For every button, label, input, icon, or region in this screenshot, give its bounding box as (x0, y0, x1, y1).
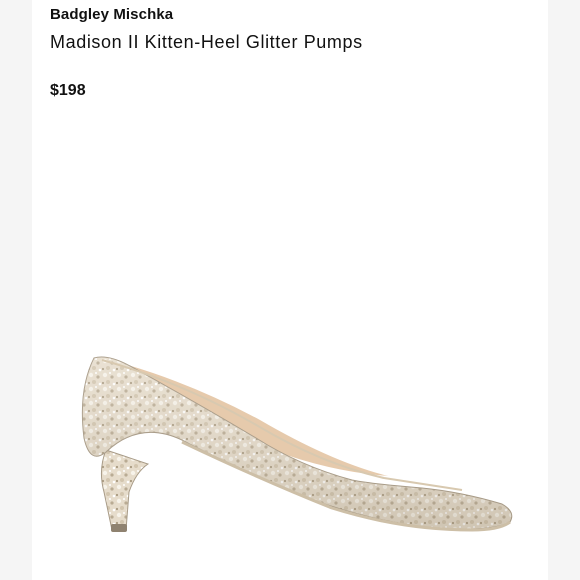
product-image[interactable] (32, 120, 548, 580)
product-title: Madison II Kitten-Heel Glitter Pumps (50, 32, 363, 52)
left-margin (0, 0, 32, 580)
right-margin (548, 0, 580, 580)
product-page: Badgley Mischka Madison II Kitten-Heel G… (0, 0, 580, 580)
product-price: $198 (50, 82, 86, 99)
shoe (81, 356, 513, 532)
brand-name[interactable]: Badgley Mischka (50, 6, 173, 23)
